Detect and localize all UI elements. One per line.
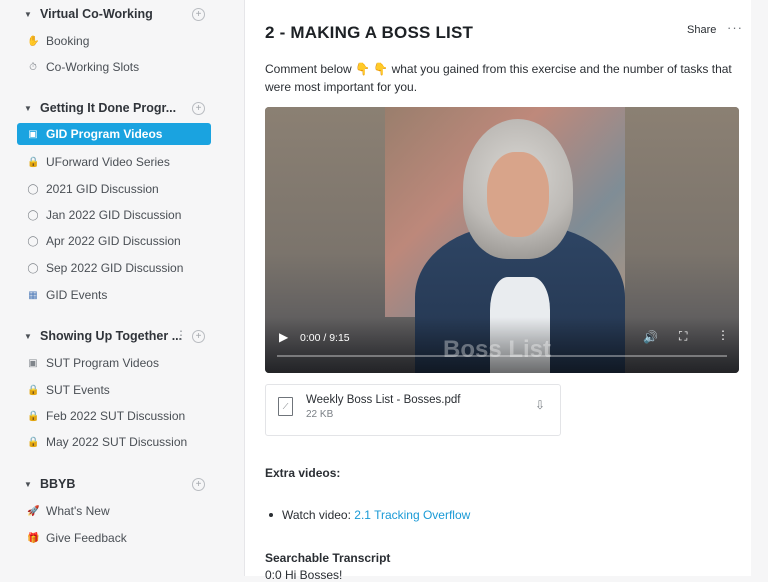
stopwatch-icon: ⏱: [29, 61, 37, 73]
sidebar: ▼ Virtual Co-Working + ✋ Booking ⏱ Co-Wo…: [0, 0, 234, 576]
video-link[interactable]: 2.1 Tracking Overflow: [354, 508, 470, 522]
attachment-card[interactable]: ⟋ Weekly Boss List - Bosses.pdf 22 KB ⇩: [265, 384, 561, 436]
page-gutter: [751, 0, 768, 576]
transcript-heading: Searchable Transcript: [265, 551, 391, 565]
lock-icon: 🔒: [27, 156, 40, 168]
volume-icon[interactable]: 🔊: [643, 330, 658, 344]
sidebar-item-feb-2022-sut-discussion[interactable]: 🔒 Feb 2022 SUT Discussion: [17, 405, 211, 427]
caret-down-icon: ▼: [24, 9, 32, 19]
video-presenter-face: [487, 152, 549, 237]
sidebar-item-label: GID Events: [46, 288, 108, 302]
sidebar-item-sut-events[interactable]: 🔒 SUT Events: [17, 379, 211, 401]
group-header-virtual-coworking[interactable]: ▼ Virtual Co-Working: [24, 5, 153, 23]
video-player[interactable]: Boss List ▶ 0:00 / 9:15 🔊 ⛶ ⋮: [265, 107, 739, 373]
sidebar-item-label: Co-Working Slots: [46, 60, 140, 74]
chat-icon: ◯: [27, 262, 39, 274]
sidebar-item-give-feedback[interactable]: 🎁 Give Feedback: [17, 527, 211, 549]
play-icon[interactable]: ▶: [279, 330, 288, 344]
lock-icon: 🔒: [27, 436, 40, 448]
sidebar-item-booking[interactable]: ✋ Booking: [17, 30, 211, 52]
sidebar-item-label: GID Program Videos: [46, 127, 163, 141]
group-title: Virtual Co-Working: [40, 7, 153, 21]
sidebar-item-jan-2022-gid-discussion[interactable]: ◯ Jan 2022 GID Discussion: [17, 204, 211, 226]
sidebar-item-sep-2022-gid-discussion[interactable]: ◯ Sep 2022 GID Discussion: [17, 257, 211, 279]
group-title: Showing Up Together ...: [40, 329, 183, 343]
chat-icon: ◯: [27, 235, 39, 247]
video-icon: ▣: [28, 128, 38, 140]
add-channel-icon[interactable]: +: [192, 478, 205, 491]
sidebar-item-label: Apr 2022 GID Discussion: [46, 234, 181, 248]
video-icon: ▣: [28, 357, 38, 369]
attachment-size: 22 KB: [306, 409, 334, 420]
rocket-icon: 🚀: [27, 505, 40, 517]
sidebar-item-label: SUT Events: [46, 383, 110, 397]
sidebar-item-apr-2022-gid-discussion[interactable]: ◯ Apr 2022 GID Discussion: [17, 230, 211, 252]
sidebar-item-may-2022-sut-discussion[interactable]: 🔒 May 2022 SUT Discussion: [17, 431, 211, 453]
sidebar-item-label: SUT Program Videos: [46, 356, 159, 370]
more-options-icon[interactable]: ···: [727, 20, 743, 35]
add-channel-icon[interactable]: +: [192, 330, 205, 343]
sidebar-item-label: May 2022 SUT Discussion: [46, 435, 188, 449]
transcript-line: 0:0 Hi Bosses!: [265, 568, 343, 582]
video-time: 0:00 / 9:15: [300, 332, 350, 344]
lock-icon: 🔒: [27, 410, 40, 422]
post-panel: 2 - MAKING A BOSS LIST Share ··· Comment…: [244, 0, 752, 582]
bullet-prefix: Watch video:: [282, 508, 355, 522]
sidebar-item-uforward-video-series[interactable]: 🔒 UForward Video Series: [17, 151, 211, 173]
post-title: 2 - MAKING A BOSS LIST: [265, 23, 474, 42]
video-watermark: Boss List: [443, 336, 552, 363]
sidebar-item-gid-program-videos[interactable]: ▣ GID Program Videos: [17, 123, 211, 145]
sidebar-item-coworking-slots[interactable]: ⏱ Co-Working Slots: [17, 56, 211, 78]
sidebar-item-label: Sep 2022 GID Discussion: [46, 261, 184, 275]
sidebar-item-label: Give Feedback: [46, 531, 127, 545]
sidebar-item-label: What's New: [46, 504, 110, 518]
video-progress-bar[interactable]: [277, 355, 727, 357]
sidebar-item-sut-program-videos[interactable]: ▣ SUT Program Videos: [17, 352, 211, 374]
add-channel-icon[interactable]: +: [192, 8, 205, 21]
group-title: Getting It Done Progr...: [40, 101, 177, 115]
video-more-icon[interactable]: ⋮: [717, 328, 729, 342]
calendar-icon: ▦: [28, 289, 38, 301]
sidebar-item-2021-gid-discussion[interactable]: ◯ 2021 GID Discussion: [17, 178, 211, 200]
caret-down-icon: ▼: [24, 331, 32, 341]
chat-icon: ◯: [27, 209, 39, 221]
sidebar-item-label: UForward Video Series: [46, 155, 170, 169]
lock-icon: 🔒: [27, 384, 40, 396]
add-channel-icon[interactable]: +: [192, 102, 205, 115]
caret-down-icon: ▼: [24, 479, 32, 489]
pdf-file-icon: ⟋: [278, 397, 293, 416]
sidebar-item-label: Booking: [46, 34, 90, 48]
sidebar-item-whats-new[interactable]: 🚀 What's New: [17, 500, 211, 522]
fullscreen-icon[interactable]: ⛶: [679, 329, 687, 344]
extra-videos-heading: Extra videos:: [265, 466, 341, 480]
download-icon[interactable]: ⇩: [535, 398, 545, 412]
sidebar-item-label: 2021 GID Discussion: [46, 182, 159, 196]
group-header-bbyb[interactable]: ▼ BBYB: [24, 475, 75, 493]
gift-icon: 🎁: [27, 532, 40, 544]
attachment-name[interactable]: Weekly Boss List - Bosses.pdf: [306, 394, 460, 406]
group-options-icon[interactable]: ⋮: [175, 328, 187, 342]
list-item: Watch video: 2.1 Tracking Overflow: [269, 508, 470, 522]
bullet-dot: [269, 513, 273, 517]
share-button[interactable]: Share: [687, 24, 716, 36]
group-header-showing-up-together[interactable]: ▼ Showing Up Together ...: [24, 327, 182, 345]
caret-down-icon: ▼: [24, 103, 32, 113]
post-description: Comment below 👇 👇 what you gained from t…: [265, 62, 732, 94]
group-title: BBYB: [40, 477, 76, 491]
sidebar-item-label: Feb 2022 SUT Discussion: [46, 409, 186, 423]
group-header-getting-it-done[interactable]: ▼ Getting It Done Progr...: [24, 99, 176, 117]
chat-icon: ◯: [27, 183, 39, 195]
sidebar-item-gid-events[interactable]: ▦ GID Events: [17, 284, 211, 306]
hand-wave-icon: ✋: [27, 35, 40, 47]
sidebar-item-label: Jan 2022 GID Discussion: [46, 208, 182, 222]
